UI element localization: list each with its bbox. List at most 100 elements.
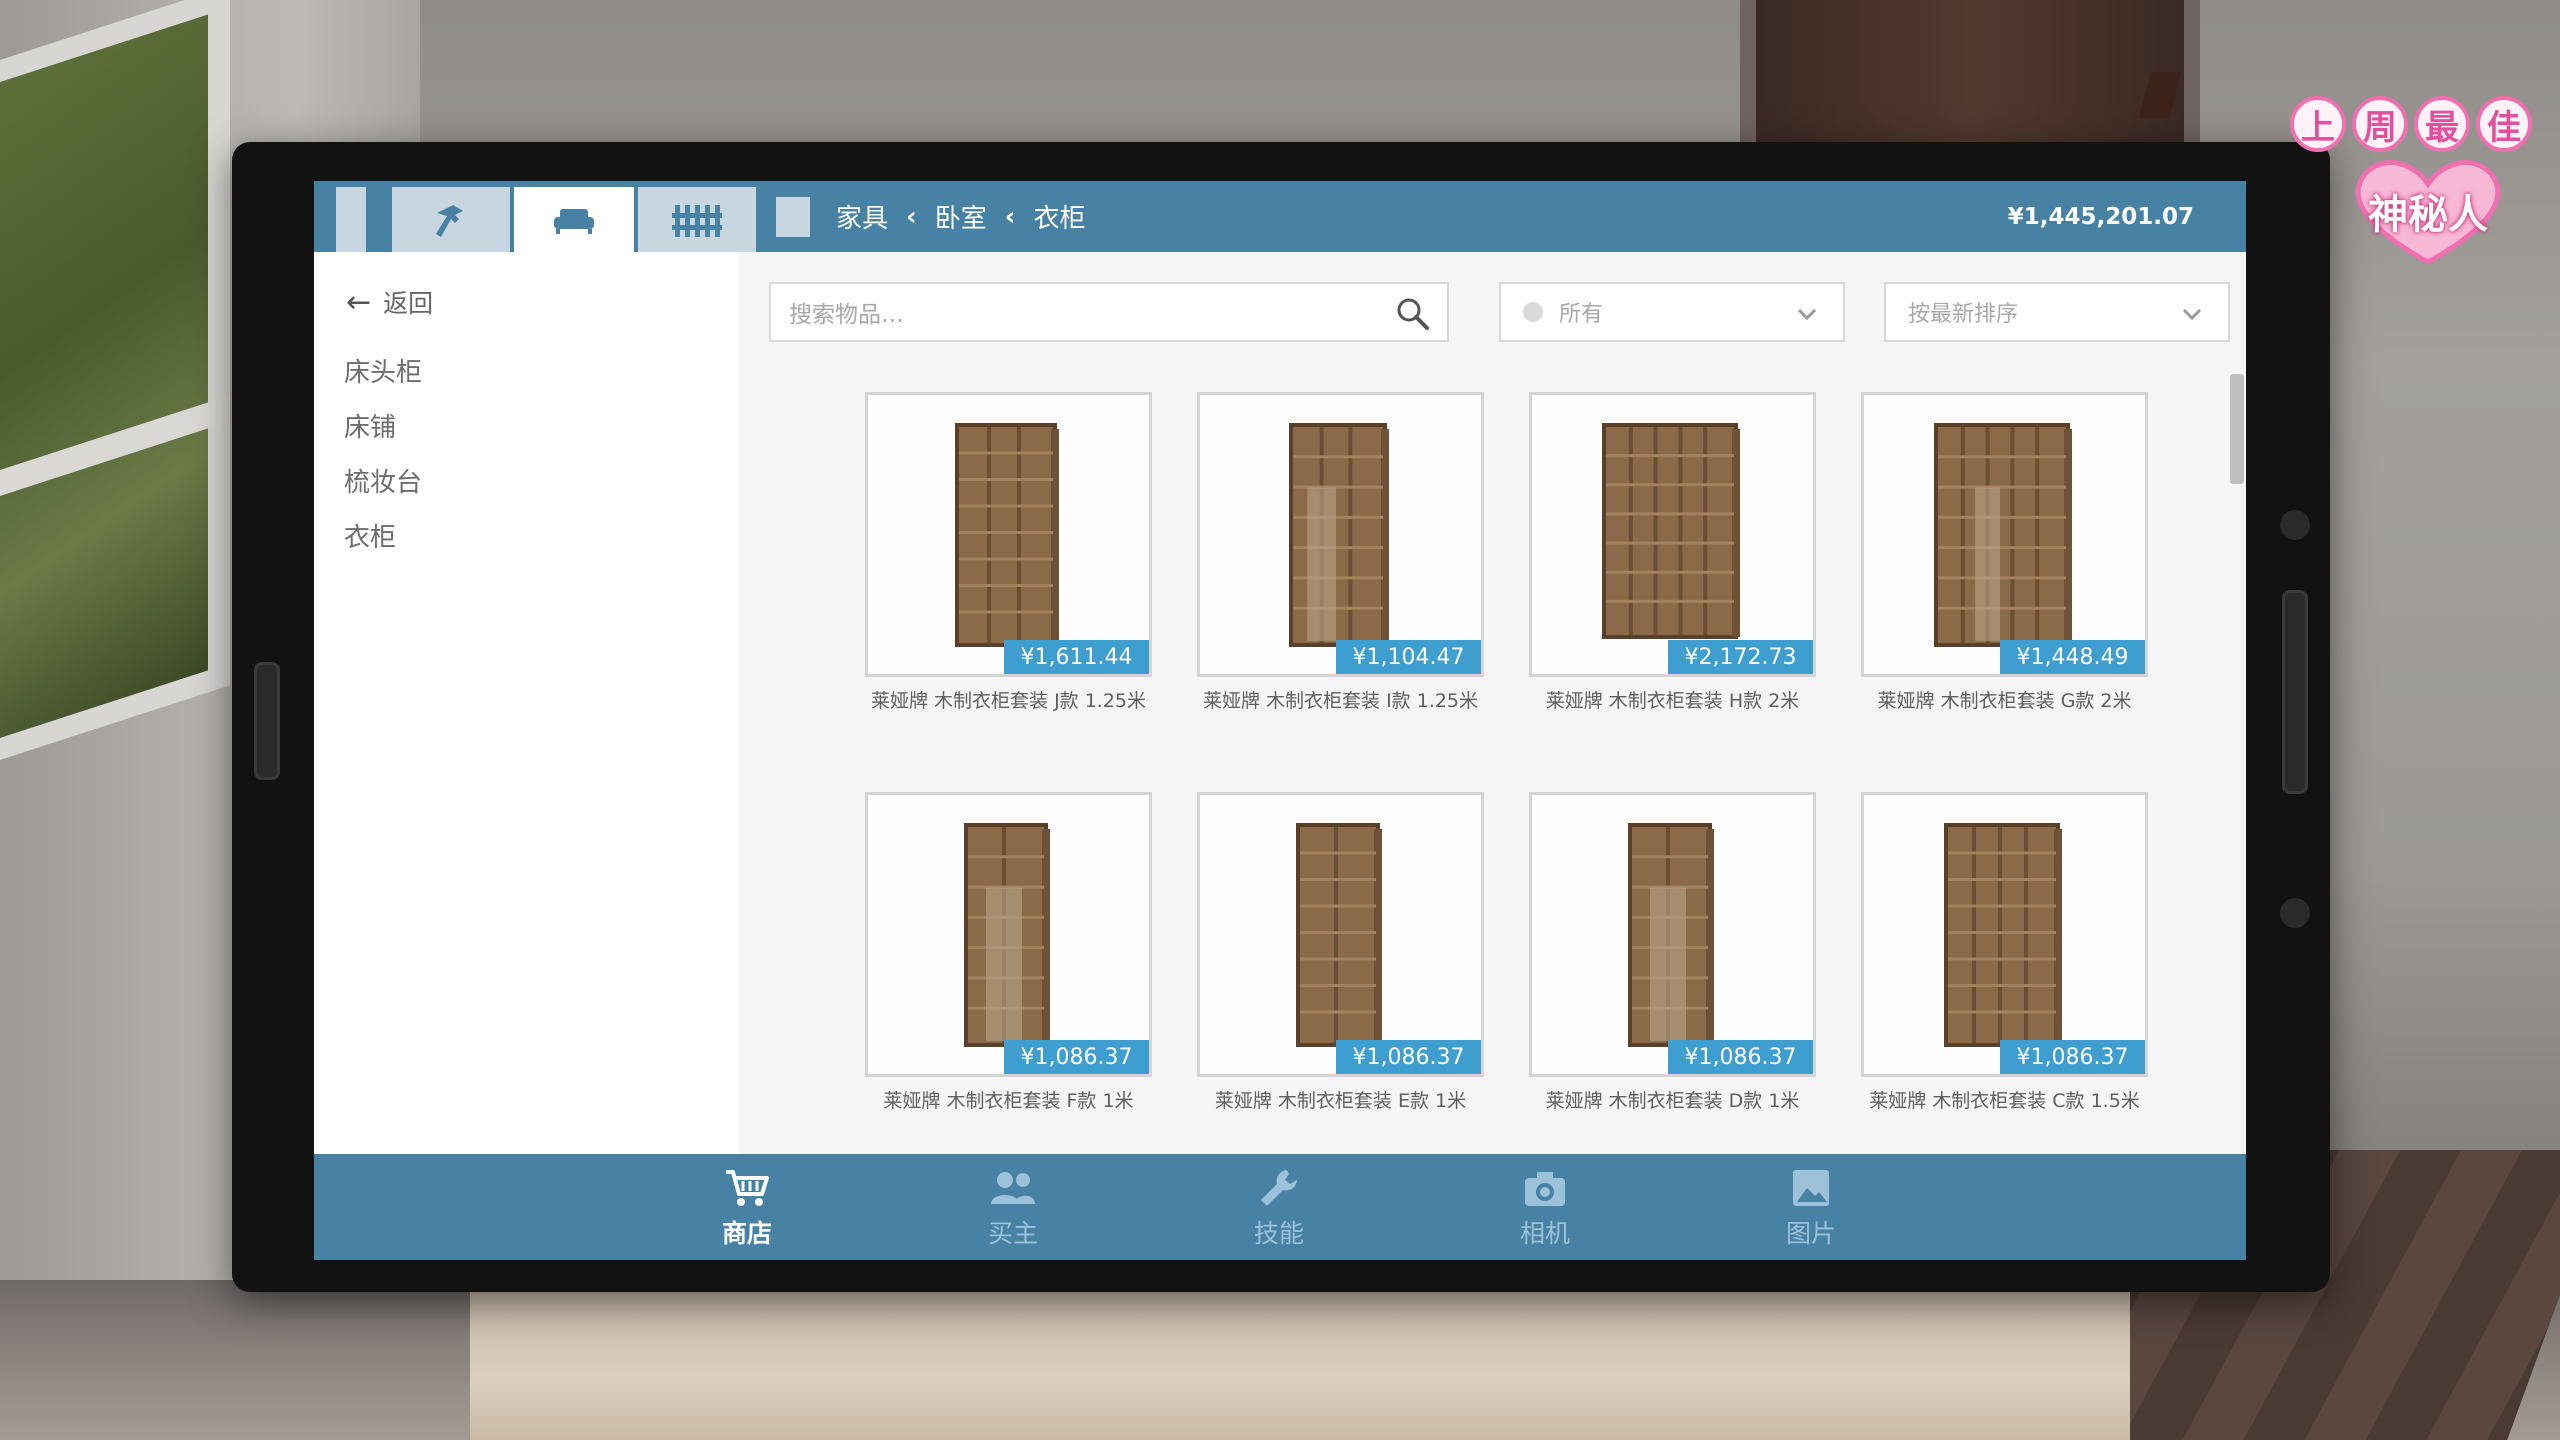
- breadcrumb-furniture[interactable]: 家具: [836, 198, 888, 235]
- price-tag: ¥1,086.37: [2000, 1040, 2145, 1074]
- wardrobe-icon: [1601, 423, 1740, 639]
- weekly-best-badge: 上 周 最 佳 神秘人: [2290, 96, 2560, 266]
- badge-char: 最: [2414, 96, 2470, 152]
- product-card[interactable]: ¥1,086.37 莱娅牌 木制衣柜套装 C款 1.5米: [1861, 792, 2148, 1115]
- wardrobe-icon: [1295, 823, 1382, 1047]
- wardrobe-icon: [1627, 823, 1714, 1047]
- price-tag: ¥1,104.47: [1336, 640, 1481, 674]
- nav-camera-label: 相机: [1519, 1219, 1570, 1248]
- back-button[interactable]: ← 返回: [346, 284, 433, 320]
- search-input[interactable]: 搜索物品…: [769, 282, 1449, 342]
- category-select-value: 所有: [1559, 302, 1604, 327]
- product-thumbnail[interactable]: ¥1,086.37: [865, 792, 1152, 1077]
- breadcrumb-bedroom[interactable]: 卧室: [935, 198, 987, 235]
- product-card[interactable]: ¥1,611.44 莱娅牌 木制衣柜套装 J款 1.25米: [865, 392, 1152, 715]
- product-card[interactable]: ¥1,448.49 莱娅牌 木制衣柜套装 G款 2米: [1861, 392, 2148, 715]
- chevron-left-icon: ‹: [1004, 201, 1016, 232]
- wardrobe-icon: [1943, 823, 2062, 1047]
- tab-left-edge[interactable]: [336, 187, 366, 252]
- product-card[interactable]: ¥1,086.37 莱娅牌 木制衣柜套装 F款 1米: [865, 792, 1152, 1115]
- camera-icon: [1525, 1172, 1565, 1206]
- product-name: 莱娅牌 木制衣柜套装 G款 2米: [1877, 690, 2132, 712]
- badge-heart-text: 神秘人: [2368, 192, 2488, 238]
- product-thumbnail[interactable]: ¥1,611.44: [865, 392, 1152, 677]
- tablet-side-button: [254, 662, 280, 780]
- room-door: [1740, 0, 2200, 160]
- chevron-down-icon: [2182, 308, 2202, 321]
- wardrobe-icon: [1288, 423, 1389, 647]
- product-name: 莱娅牌 木制衣柜套装 I款 1.25米: [1202, 690, 1479, 712]
- product-card[interactable]: ¥2,172.73 莱娅牌 木制衣柜套装 H款 2米: [1529, 392, 1816, 715]
- category-sidebar: ← 返回 床头柜 床铺 梳妆台 衣柜: [314, 252, 739, 1260]
- price-tag: ¥1,086.37: [1004, 1040, 1149, 1074]
- arrow-left-icon: ←: [346, 284, 372, 320]
- product-name: 莱娅牌 木制衣柜套装 H款 2米: [1545, 690, 1800, 712]
- nav-pictures[interactable]: 图片: [1731, 1168, 1891, 1250]
- hammer-icon: [436, 204, 463, 237]
- product-name: 莱娅牌 木制衣柜套装 C款 1.5米: [1869, 1090, 2140, 1112]
- sort-select[interactable]: 按最新排序: [1884, 282, 2230, 342]
- wrench-icon: [1261, 1170, 1297, 1206]
- chevron-left-icon: ‹: [906, 201, 917, 232]
- product-card[interactable]: ¥1,104.47 莱娅牌 木制衣柜套装 I款 1.25米: [1197, 392, 1484, 715]
- badge-char: 佳: [2476, 96, 2532, 152]
- sidebar-item-bed[interactable]: 床铺: [344, 407, 396, 444]
- tab-build[interactable]: [392, 187, 510, 252]
- nav-skills[interactable]: 技能: [1199, 1168, 1359, 1250]
- image-icon: [1793, 1170, 1829, 1206]
- breadcrumb: 家具 ‹ 卧室 ‹ 衣柜: [836, 181, 1085, 252]
- search-placeholder: 搜索物品…: [789, 302, 904, 328]
- price-tag: ¥1,086.37: [1336, 1040, 1481, 1074]
- product-thumbnail[interactable]: ¥1,086.37: [1529, 792, 1816, 1077]
- sidebar-item-nightstand[interactable]: 床头柜: [344, 352, 422, 389]
- bottom-nav: 商店 买主 技能 相机 图片: [314, 1154, 2246, 1260]
- nav-shop-label: 商店: [721, 1219, 772, 1248]
- tablet-home-button: [2282, 590, 2308, 794]
- sidebar-item-dresser[interactable]: 梳妆台: [344, 462, 422, 499]
- product-name: 莱娅牌 木制衣柜套装 J款 1.25米: [870, 690, 1147, 712]
- product-thumbnail[interactable]: ¥1,086.37: [1861, 792, 2148, 1077]
- nav-camera[interactable]: 相机: [1465, 1168, 1625, 1250]
- product-card[interactable]: ¥1,086.37 莱娅牌 木制衣柜套装 E款 1米: [1197, 792, 1484, 1115]
- scrollbar-thumb[interactable]: [2230, 374, 2244, 484]
- nav-buyers-label: 买主: [987, 1219, 1038, 1248]
- balance-display: ¥1,445,201.07: [2007, 203, 2194, 230]
- tablet-sensor: [2280, 898, 2310, 928]
- people-icon: [991, 1172, 1035, 1204]
- sofa-icon: [554, 208, 594, 234]
- product-thumbnail[interactable]: ¥1,104.47: [1197, 392, 1484, 677]
- chevron-down-icon: [1797, 308, 1817, 321]
- badge-char: 上: [2290, 96, 2346, 152]
- fence-icon: [672, 204, 722, 237]
- nav-shop[interactable]: 商店: [667, 1168, 827, 1250]
- tablet-screen: 家具 ‹ 卧室 ‹ 衣柜 ¥1,445,201.07 ← 返回 床头柜 床铺 梳…: [314, 181, 2246, 1260]
- breadcrumb-wardrobe: 衣柜: [1033, 204, 1086, 234]
- tab-furniture[interactable]: [514, 187, 634, 252]
- product-thumbnail[interactable]: ¥2,172.73: [1529, 392, 1816, 677]
- nav-pictures-label: 图片: [1785, 1219, 1836, 1248]
- heart-icon: 神秘人: [2338, 156, 2518, 266]
- tab-fences[interactable]: [638, 187, 756, 252]
- top-bar: 家具 ‹ 卧室 ‹ 衣柜 ¥1,445,201.07: [314, 181, 2246, 252]
- price-tag: ¥1,611.44: [1004, 640, 1149, 674]
- sort-select-value: 按最新排序: [1908, 302, 2019, 327]
- category-dot-icon: [1523, 302, 1543, 322]
- wardrobe-icon: [954, 423, 1059, 647]
- category-select[interactable]: 所有: [1499, 282, 1845, 342]
- search-icon[interactable]: [1395, 296, 1431, 332]
- product-thumbnail[interactable]: ¥1,448.49: [1861, 392, 2148, 677]
- wardrobe-icon: [963, 823, 1050, 1047]
- tab-right-edge[interactable]: [776, 197, 810, 237]
- product-card[interactable]: ¥1,086.37 莱娅牌 木制衣柜套装 D款 1米: [1529, 792, 1816, 1115]
- cart-icon: [726, 1170, 769, 1206]
- product-name: 莱娅牌 木制衣柜套装 D款 1米: [1545, 1090, 1800, 1112]
- price-tag: ¥1,086.37: [1668, 1040, 1813, 1074]
- wardrobe-icon: [1933, 423, 2072, 647]
- product-name: 莱娅牌 木制衣柜套装 E款 1米: [1214, 1090, 1467, 1112]
- sidebar-item-wardrobe[interactable]: 衣柜: [344, 517, 396, 554]
- room-window: [0, 0, 230, 760]
- back-label: 返回: [383, 289, 434, 318]
- product-thumbnail[interactable]: ¥1,086.37: [1197, 792, 1484, 1077]
- tablet-camera: [2280, 510, 2310, 540]
- nav-buyers[interactable]: 买主: [933, 1168, 1093, 1250]
